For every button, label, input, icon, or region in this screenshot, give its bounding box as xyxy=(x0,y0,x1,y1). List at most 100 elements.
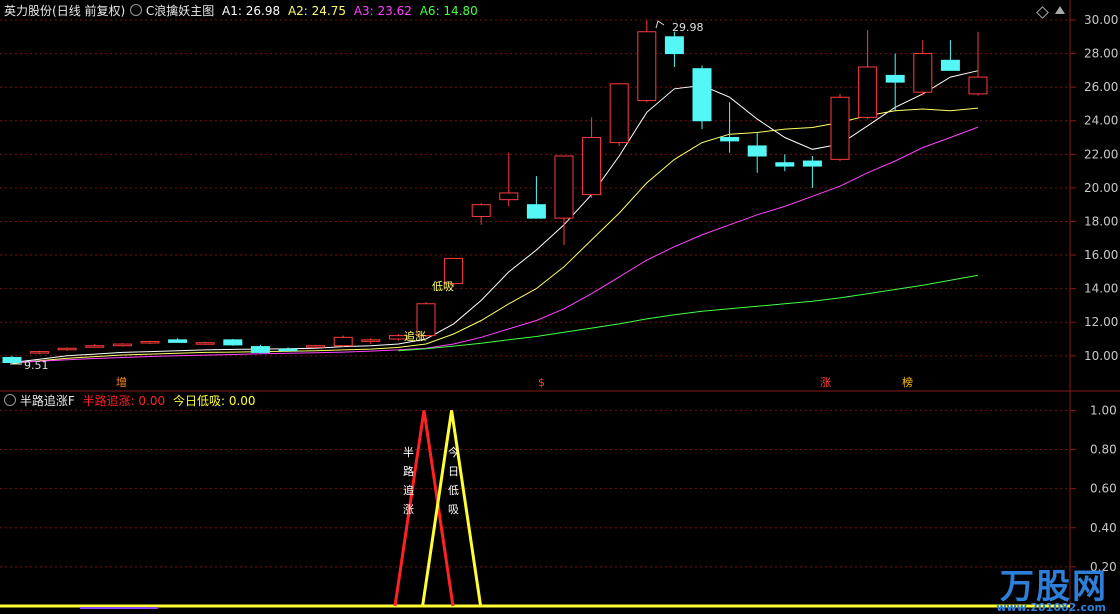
stock-name[interactable]: 英力股份 xyxy=(4,4,52,18)
ma-line-a3 xyxy=(11,126,979,363)
candle[interactable] xyxy=(692,65,712,130)
sub-axis: 0.200.400.600.801.00 xyxy=(1070,403,1117,574)
candle-body xyxy=(85,345,105,348)
candle-body xyxy=(223,339,243,346)
main-header: 英力股份(日线 前复权) xyxy=(4,4,125,18)
candle-body xyxy=(609,83,629,144)
candle[interactable] xyxy=(968,31,988,96)
candle[interactable] xyxy=(333,335,353,348)
candle-body xyxy=(333,336,353,347)
candle-body xyxy=(692,68,712,122)
candle[interactable] xyxy=(664,31,684,68)
candle-body xyxy=(250,346,270,353)
candle-body xyxy=(940,59,960,71)
price-tick-label: 18.00 xyxy=(1084,214,1118,228)
candle-body xyxy=(2,356,22,364)
candle-body xyxy=(802,160,822,167)
candle[interactable] xyxy=(112,343,132,347)
candle[interactable] xyxy=(858,30,878,120)
price-axis: 10.00 12.00 14.00 16.00 18.00 20.00 22.00 24.00… xyxy=(1070,13,1118,363)
candle[interactable] xyxy=(747,132,767,173)
candle[interactable] xyxy=(775,154,795,172)
candle[interactable] xyxy=(85,344,105,348)
candle-body xyxy=(885,74,905,83)
candle-body xyxy=(361,339,381,342)
candle[interactable] xyxy=(361,338,381,345)
candle-body xyxy=(526,204,546,219)
candle[interactable] xyxy=(250,344,270,354)
sub-tick-label: 0.80 xyxy=(1090,443,1117,457)
period-label[interactable]: (日线 前复权) xyxy=(52,4,125,18)
candle[interactable] xyxy=(57,347,77,351)
sub-text-jinri-char: 低 xyxy=(448,484,459,497)
candle-body xyxy=(112,343,132,347)
candle[interactable] xyxy=(913,40,933,96)
candle[interactable] xyxy=(168,338,188,343)
high-price-label: 29.98 xyxy=(672,21,704,34)
price-tick-label: 30.00 xyxy=(1084,13,1118,27)
sub-text-jinri-char: 今 xyxy=(448,445,459,459)
sub-toggle-icon[interactable] xyxy=(4,394,16,406)
price-tick-label: 26.00 xyxy=(1084,80,1118,94)
candle[interactable] xyxy=(223,339,243,346)
candle-body xyxy=(830,96,850,160)
price-tick-label: 14.00 xyxy=(1084,282,1118,296)
ma-line-a6 xyxy=(398,274,979,352)
candle[interactable] xyxy=(637,20,657,103)
a3-value: A3: 23.62 xyxy=(353,4,412,18)
candle-body xyxy=(306,345,326,348)
indicator-name[interactable]: C浪擒妖主图 xyxy=(146,4,214,18)
candle-body xyxy=(775,162,795,167)
candle-body xyxy=(499,192,519,201)
marker-zeng: 增 xyxy=(116,375,127,389)
sub-indicator-name[interactable]: 半路追涨F xyxy=(20,394,75,408)
price-tick-label: 10.00 xyxy=(1084,349,1118,363)
candle[interactable] xyxy=(195,341,215,345)
candle[interactable] xyxy=(940,40,960,71)
candle-body xyxy=(747,145,767,157)
candle-body xyxy=(195,342,215,345)
candle[interactable] xyxy=(526,176,546,219)
indicator-toggle-icon[interactable] xyxy=(130,4,142,16)
sub-tick-label: 1.00 xyxy=(1090,403,1117,417)
candle[interactable] xyxy=(802,155,822,188)
candle-body xyxy=(637,31,657,102)
candle-body xyxy=(582,137,602,196)
sub-text-banlu-char: 追 xyxy=(403,483,414,497)
candle[interactable] xyxy=(499,152,519,207)
sub-text-banlu-char: 涨 xyxy=(403,503,414,516)
candle[interactable] xyxy=(885,53,905,111)
low-price-label: 9.51 xyxy=(24,359,49,372)
a6-value: A6: 14.80 xyxy=(419,4,478,18)
brand-url: www.201082.com xyxy=(996,601,1106,614)
marker-zhang: 涨 xyxy=(820,376,831,389)
grid-lines xyxy=(0,0,1120,614)
candle[interactable] xyxy=(582,117,602,198)
chart-stage: 10.00 12.00 14.00 16.00 18.00 20.00 22.00 24.00… xyxy=(0,0,1120,614)
candle[interactable] xyxy=(140,340,160,345)
candle[interactable] xyxy=(471,203,491,225)
candle-body xyxy=(471,204,491,217)
candle-body xyxy=(57,347,77,351)
candle-body xyxy=(664,36,684,55)
a1-value: A1: 26.98 xyxy=(222,4,281,18)
candle[interactable] xyxy=(609,83,629,146)
candle-body xyxy=(913,53,933,93)
candle[interactable] xyxy=(278,347,298,352)
sub-text-jinri-char: 日 xyxy=(448,465,459,478)
candle[interactable] xyxy=(30,350,50,355)
marker-dollar: $ xyxy=(538,376,545,389)
candle-body xyxy=(278,348,298,352)
price-tick-label: 24.00 xyxy=(1084,114,1118,128)
candle[interactable] xyxy=(720,102,740,153)
sub-indicator-lines xyxy=(0,410,1070,609)
diamond-icon[interactable] xyxy=(1036,6,1049,19)
candle-body xyxy=(554,155,574,219)
candle[interactable] xyxy=(830,93,850,162)
triangle-up-icon[interactable] xyxy=(1054,4,1066,16)
dixi-tag: 低吸 xyxy=(432,280,454,293)
price-tick-label: 20.00 xyxy=(1084,181,1118,195)
high-price-leader xyxy=(655,20,665,29)
candle[interactable] xyxy=(2,355,22,365)
candle[interactable] xyxy=(554,155,574,245)
